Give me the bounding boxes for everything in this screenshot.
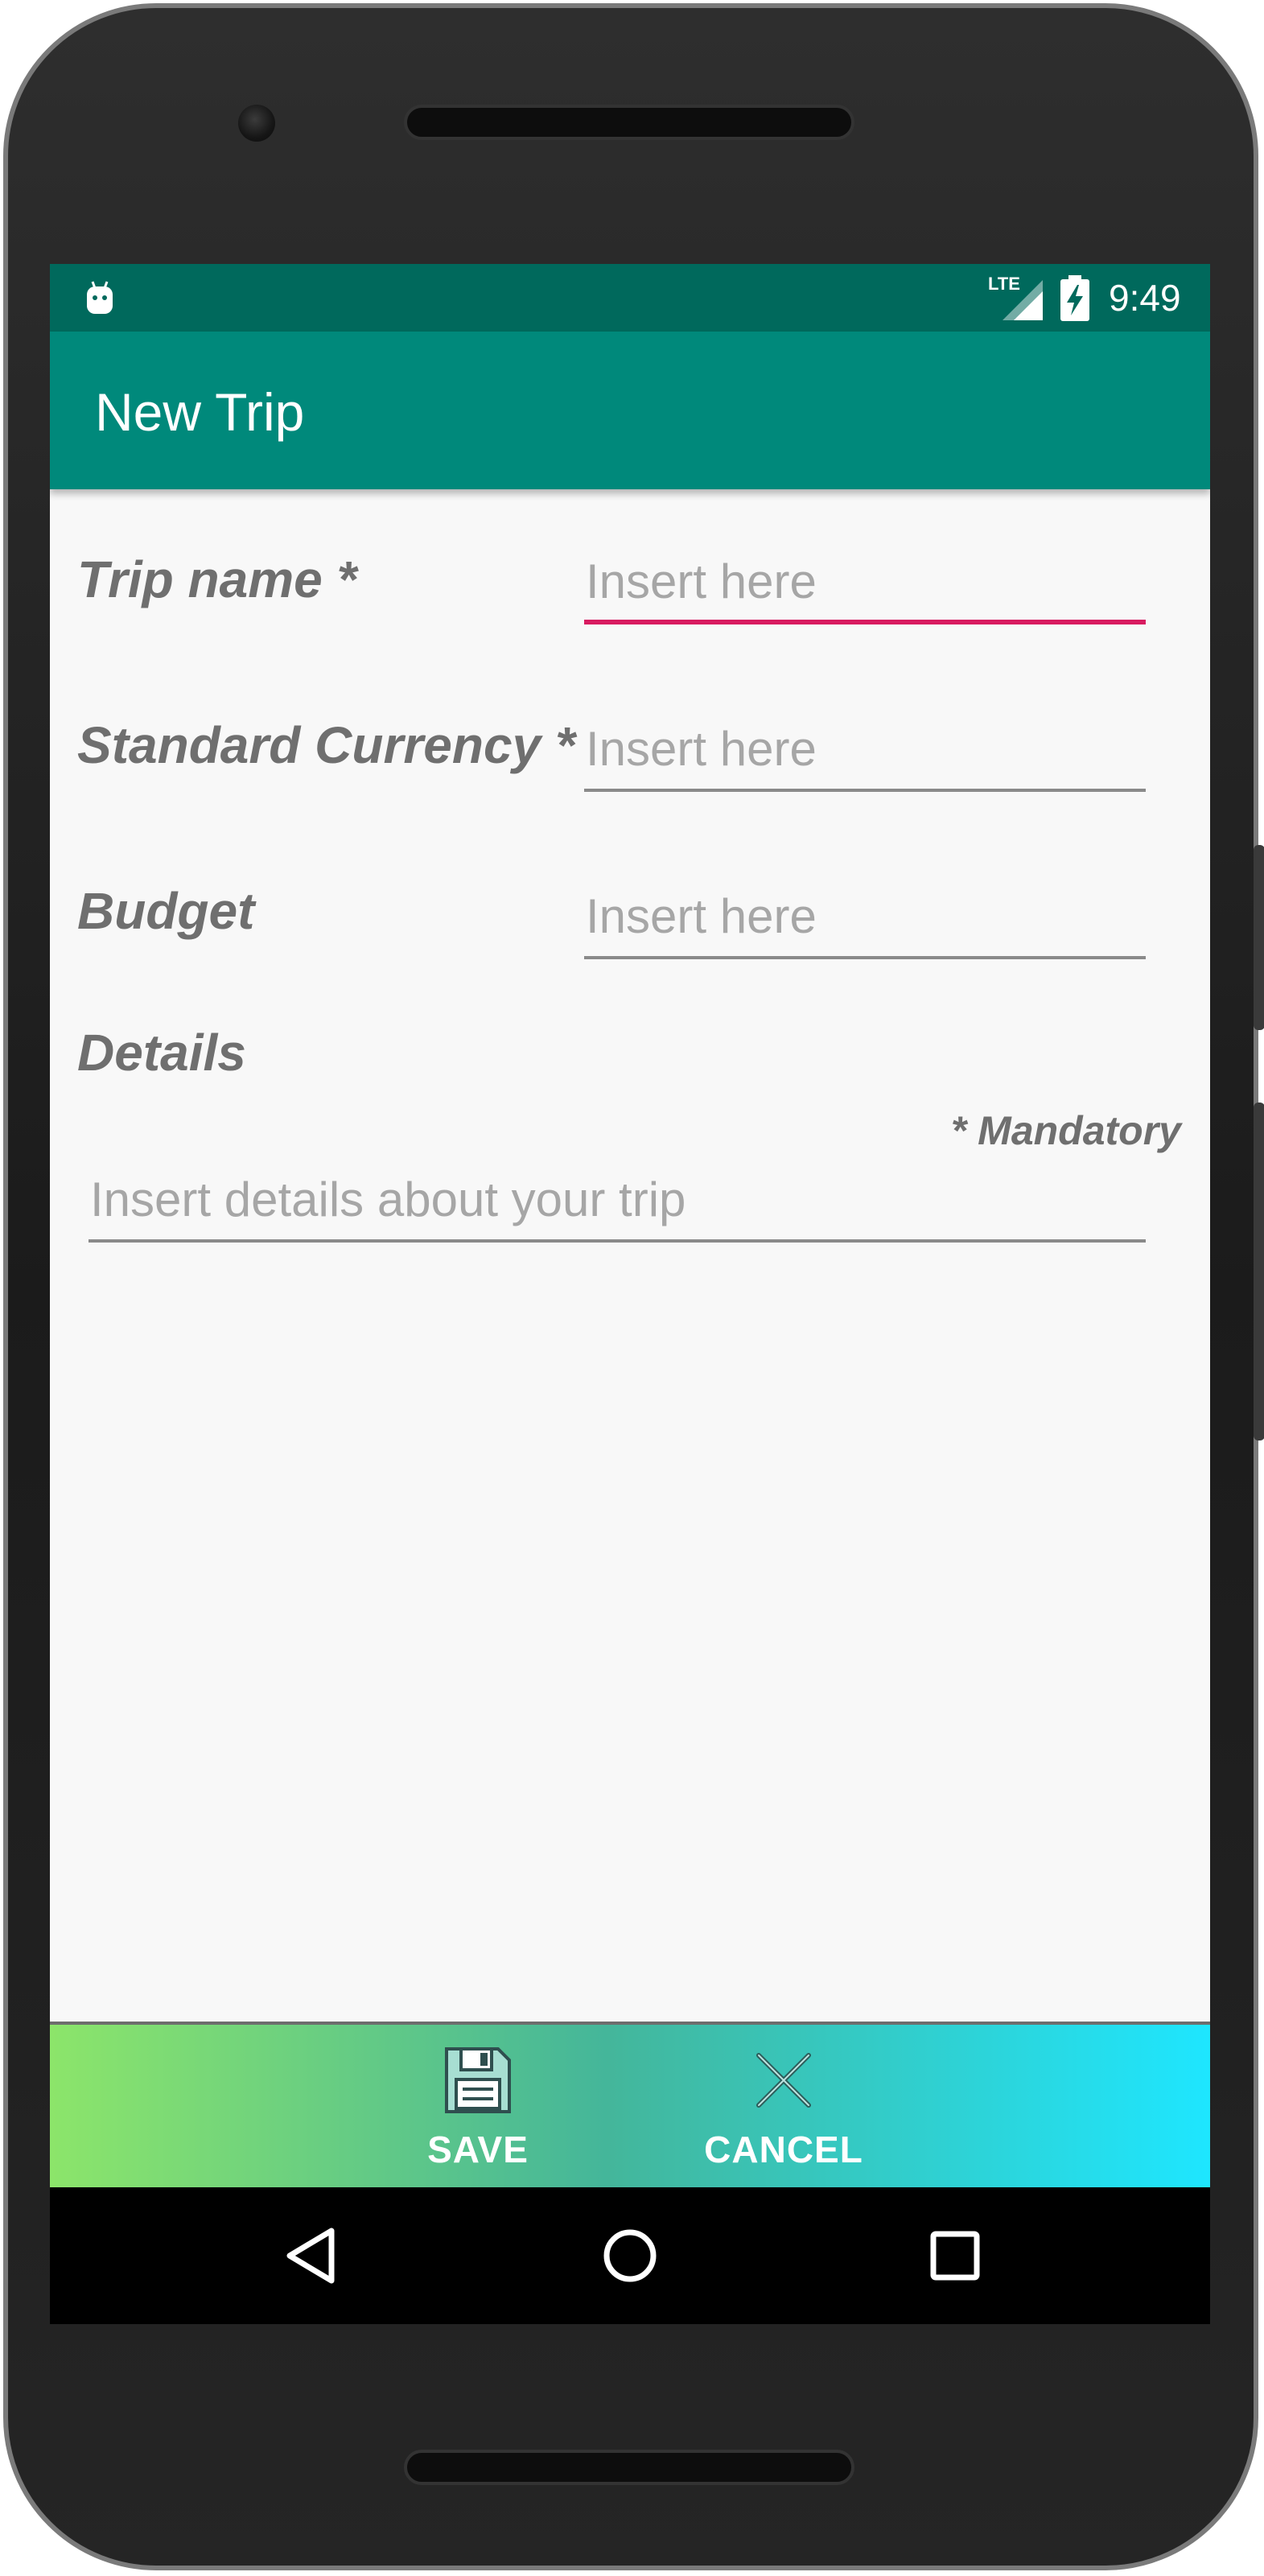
home-button[interactable]: [586, 2211, 674, 2300]
android-icon: [87, 281, 113, 314]
trip-name-input[interactable]: [584, 544, 1146, 618]
currency-label: Standard Currency *: [77, 716, 575, 774]
budget-label: Budget: [77, 882, 255, 940]
cancel-label: CANCEL: [704, 2129, 863, 2170]
budget-input[interactable]: [584, 879, 1146, 953]
cancel-button[interactable]: CANCEL: [695, 2044, 872, 2181]
bottom-speaker: [404, 2450, 854, 2485]
screen: LTE 9:49 New Trip Trip name * Standard C…: [50, 264, 1210, 2324]
floppy-disk-icon: [445, 2047, 511, 2113]
back-button[interactable]: [267, 2211, 356, 2300]
battery-charging-icon: [1060, 275, 1089, 321]
save-button[interactable]: SAVE: [389, 2044, 566, 2181]
home-icon: [603, 2229, 657, 2282]
mandatory-note: * Mandatory: [950, 1108, 1181, 1153]
top-speaker: [404, 105, 854, 140]
signal-icon: [1003, 280, 1043, 320]
currency-field[interactable]: [584, 711, 1146, 792]
details-field[interactable]: [89, 1162, 1146, 1243]
status-bar: LTE 9:49: [50, 264, 1210, 332]
trip-name-underline: [584, 620, 1146, 624]
details-label: Details: [77, 1024, 246, 1082]
volume-button: [1254, 1103, 1264, 1440]
page-title: New Trip: [95, 382, 305, 442]
action-bar: SAVE CANCEL: [50, 2022, 1210, 2187]
recents-button[interactable]: [911, 2211, 999, 2300]
budget-underline: [584, 956, 1146, 959]
front-camera: [238, 105, 275, 142]
details-underline: [89, 1239, 1146, 1243]
budget-field[interactable]: [584, 879, 1146, 959]
details-input[interactable]: [89, 1162, 1146, 1236]
back-icon: [286, 2228, 335, 2284]
currency-input[interactable]: [584, 711, 1146, 785]
recents-icon: [930, 2231, 980, 2281]
power-button: [1254, 845, 1264, 1030]
trip-name-label: Trip name *: [77, 550, 357, 608]
app-bar: New Trip: [50, 332, 1210, 489]
status-time: 9:49: [1109, 277, 1181, 319]
trip-name-field[interactable]: [584, 544, 1146, 624]
navigation-bar: [50, 2187, 1210, 2324]
currency-underline: [584, 789, 1146, 792]
save-label: SAVE: [427, 2129, 529, 2170]
close-icon: [756, 2053, 811, 2108]
